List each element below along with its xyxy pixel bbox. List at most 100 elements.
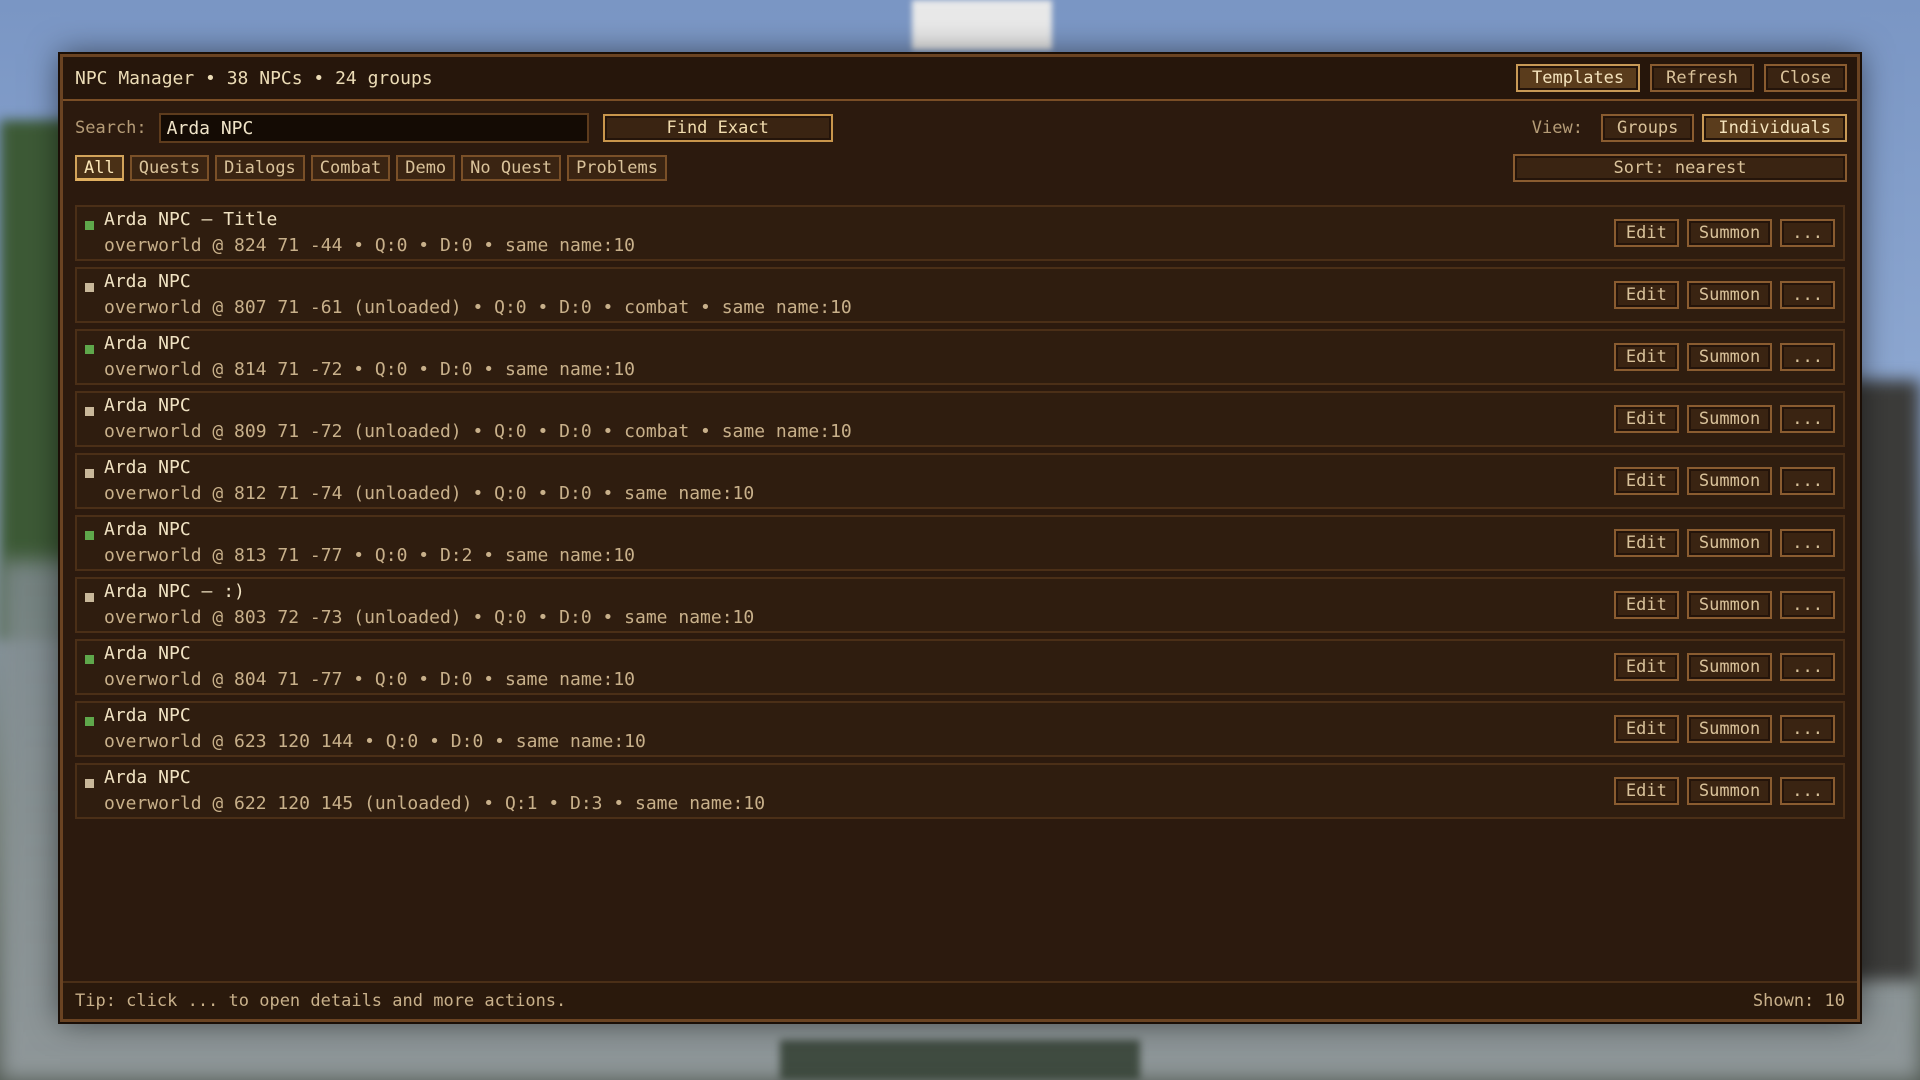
summon-button[interactable]: Summon (1686, 281, 1773, 309)
more-actions-button[interactable]: ... (1780, 591, 1835, 619)
footer: Tip: click ... to open details and more … (63, 981, 1857, 1019)
npc-info: Arda NPC overworld @ 809 71 -72 (unloaded… (104, 393, 1614, 445)
view-individuals-button[interactable]: Individuals (1702, 114, 1847, 142)
top-actions: Templates Refresh Close (1516, 64, 1847, 92)
summon-button[interactable]: Summon (1686, 405, 1773, 433)
row-actions: Edit Summon... (1613, 405, 1835, 433)
npc-name: Arda NPC (104, 519, 191, 540)
npc-info: Arda NPC — :) overworld @ 803 72 -73 (unl… (104, 579, 1614, 631)
npc-info: Arda NPC overworld @ 813 71 -77 • Q:0 • D… (104, 517, 1614, 569)
close-button[interactable]: Close (1763, 64, 1847, 92)
status-indicator-icon (85, 283, 94, 292)
tab-combat[interactable]: Combat (310, 155, 391, 181)
edit-button[interactable]: Edit (1613, 529, 1679, 557)
tab-no-quest[interactable]: No Quest (461, 155, 562, 181)
npc-row: Arda NPC overworld @ 812 71 -74 (unloaded… (75, 453, 1845, 509)
npc-name: Arda NPC (104, 271, 191, 292)
edit-button[interactable]: Edit (1613, 777, 1679, 805)
tab-dialogs[interactable]: Dialogs (215, 155, 305, 181)
tab-demo[interactable]: Demo (396, 155, 456, 181)
row-actions: Edit Summon... (1613, 777, 1835, 805)
npc-meta: overworld @ 812 71 -74 (unloaded) • Q:0 … (104, 483, 755, 504)
row-actions: Edit Summon... (1613, 529, 1835, 557)
npc-info: Arda NPC overworld @ 812 71 -74 (unloaded… (104, 455, 1614, 507)
npc-info: Arda NPC — Title overworld @ 824 71 -44 •… (104, 207, 1614, 259)
edit-button[interactable]: Edit (1613, 715, 1679, 743)
more-actions-button[interactable]: ... (1780, 343, 1835, 371)
shown-count: Shown: 10 (1752, 991, 1845, 1011)
npc-name: Arda NPC (104, 643, 191, 664)
search-label: Search: (75, 118, 147, 138)
npc-row: Arda NPC overworld @ 804 71 -77 • Q:0 • D… (75, 639, 1845, 695)
status-indicator-icon (85, 717, 94, 726)
edit-button[interactable]: Edit (1613, 653, 1679, 681)
edit-button[interactable]: Edit (1613, 405, 1679, 433)
npc-name: Arda NPC — :) (104, 581, 245, 602)
npc-meta: overworld @ 813 71 -77 • Q:0 • D:2 • sam… (104, 545, 636, 566)
npc-name: Arda NPC (104, 457, 191, 478)
npc-row: Arda NPC overworld @ 814 71 -72 • Q:0 • D… (75, 329, 1845, 385)
summon-button[interactable]: Summon (1686, 529, 1773, 557)
npc-info: Arda NPC overworld @ 814 71 -72 • Q:0 • D… (104, 331, 1614, 383)
summon-button[interactable]: Summon (1686, 653, 1773, 681)
status-indicator-icon (85, 779, 94, 788)
npc-meta: overworld @ 824 71 -44 • Q:0 • D:0 • sam… (104, 235, 636, 256)
npc-row: Arda NPC overworld @ 809 71 -72 (unloaded… (75, 391, 1845, 447)
tab-problems[interactable]: Problems (567, 155, 667, 181)
templates-button[interactable]: Templates (1516, 64, 1641, 92)
npc-meta: overworld @ 623 120 144 • Q:0 • D:0 • sa… (104, 731, 646, 752)
more-actions-button[interactable]: ... (1780, 405, 1835, 433)
row-actions: Edit Summon... (1613, 467, 1835, 495)
summon-button[interactable]: Summon (1686, 467, 1773, 495)
summon-button[interactable]: Summon (1686, 591, 1773, 619)
game-hotbar (780, 1040, 1140, 1080)
sort-button[interactable]: Sort: nearest (1513, 154, 1847, 182)
filter-tabs: All Quests Dialogs Combat Demo No Quest Proble… (75, 155, 667, 181)
summon-button[interactable]: Summon (1686, 715, 1773, 743)
edit-button[interactable]: Edit (1613, 467, 1679, 495)
more-actions-button[interactable]: ... (1780, 715, 1835, 743)
find-exact-button[interactable]: Find Exact (602, 114, 833, 142)
npc-meta: overworld @ 803 72 -73 (unloaded) • Q:0 … (104, 607, 755, 628)
edit-button[interactable]: Edit (1613, 219, 1679, 247)
npc-manager-window: NPC Manager • 38 NPCs • 24 groups Templa… (60, 54, 1860, 1022)
view-label: View: (1531, 118, 1583, 138)
npc-meta: overworld @ 814 71 -72 • Q:0 • D:0 • sam… (104, 359, 636, 380)
npc-row: Arda NPC overworld @ 807 71 -61 (unloaded… (75, 267, 1845, 323)
npc-name: Arda NPC (104, 333, 191, 354)
npc-meta: overworld @ 807 71 -61 (unloaded) • Q:0 … (104, 297, 852, 318)
more-actions-button[interactable]: ... (1780, 777, 1835, 805)
summon-button[interactable]: Summon (1686, 777, 1773, 805)
status-indicator-icon (85, 531, 94, 540)
tab-all[interactable]: All (75, 155, 124, 181)
search-input[interactable] (158, 113, 589, 143)
refresh-button[interactable]: Refresh (1650, 64, 1754, 92)
more-actions-button[interactable]: ... (1780, 281, 1835, 309)
more-actions-button[interactable]: ... (1780, 219, 1835, 247)
title-bar: NPC Manager • 38 NPCs • 24 groups Templa… (63, 57, 1857, 101)
status-indicator-icon (85, 345, 94, 354)
npc-info: Arda NPC overworld @ 622 120 145 (unloade… (104, 765, 1614, 817)
more-actions-button[interactable]: ... (1780, 653, 1835, 681)
npc-row: Arda NPC overworld @ 622 120 145 (unloade… (75, 763, 1845, 819)
window-title: NPC Manager • 38 NPCs • 24 groups (75, 67, 433, 89)
summon-button[interactable]: Summon (1686, 219, 1773, 247)
npc-row: Arda NPC — :) overworld @ 803 72 -73 (unl… (75, 577, 1845, 633)
status-indicator-icon (85, 593, 94, 602)
more-actions-button[interactable]: ... (1780, 529, 1835, 557)
npc-row: Arda NPC overworld @ 813 71 -77 • Q:0 • D… (75, 515, 1845, 571)
summon-button[interactable]: Summon (1686, 343, 1773, 371)
npc-name: Arda NPC (104, 705, 191, 726)
edit-button[interactable]: Edit (1613, 591, 1679, 619)
row-actions: Edit Summon... (1613, 715, 1835, 743)
row-actions: Edit Summon... (1613, 653, 1835, 681)
view-groups-button[interactable]: Groups (1600, 114, 1695, 142)
more-actions-button[interactable]: ... (1780, 467, 1835, 495)
edit-button[interactable]: Edit (1613, 343, 1679, 371)
npc-name: Arda NPC — Title (104, 209, 278, 230)
npc-info: Arda NPC overworld @ 623 120 144 • Q:0 • … (104, 703, 1614, 755)
background-sky-block (912, 0, 1052, 50)
row-actions: Edit Summon... (1613, 591, 1835, 619)
tab-quests[interactable]: Quests (129, 155, 210, 181)
edit-button[interactable]: Edit (1613, 281, 1679, 309)
